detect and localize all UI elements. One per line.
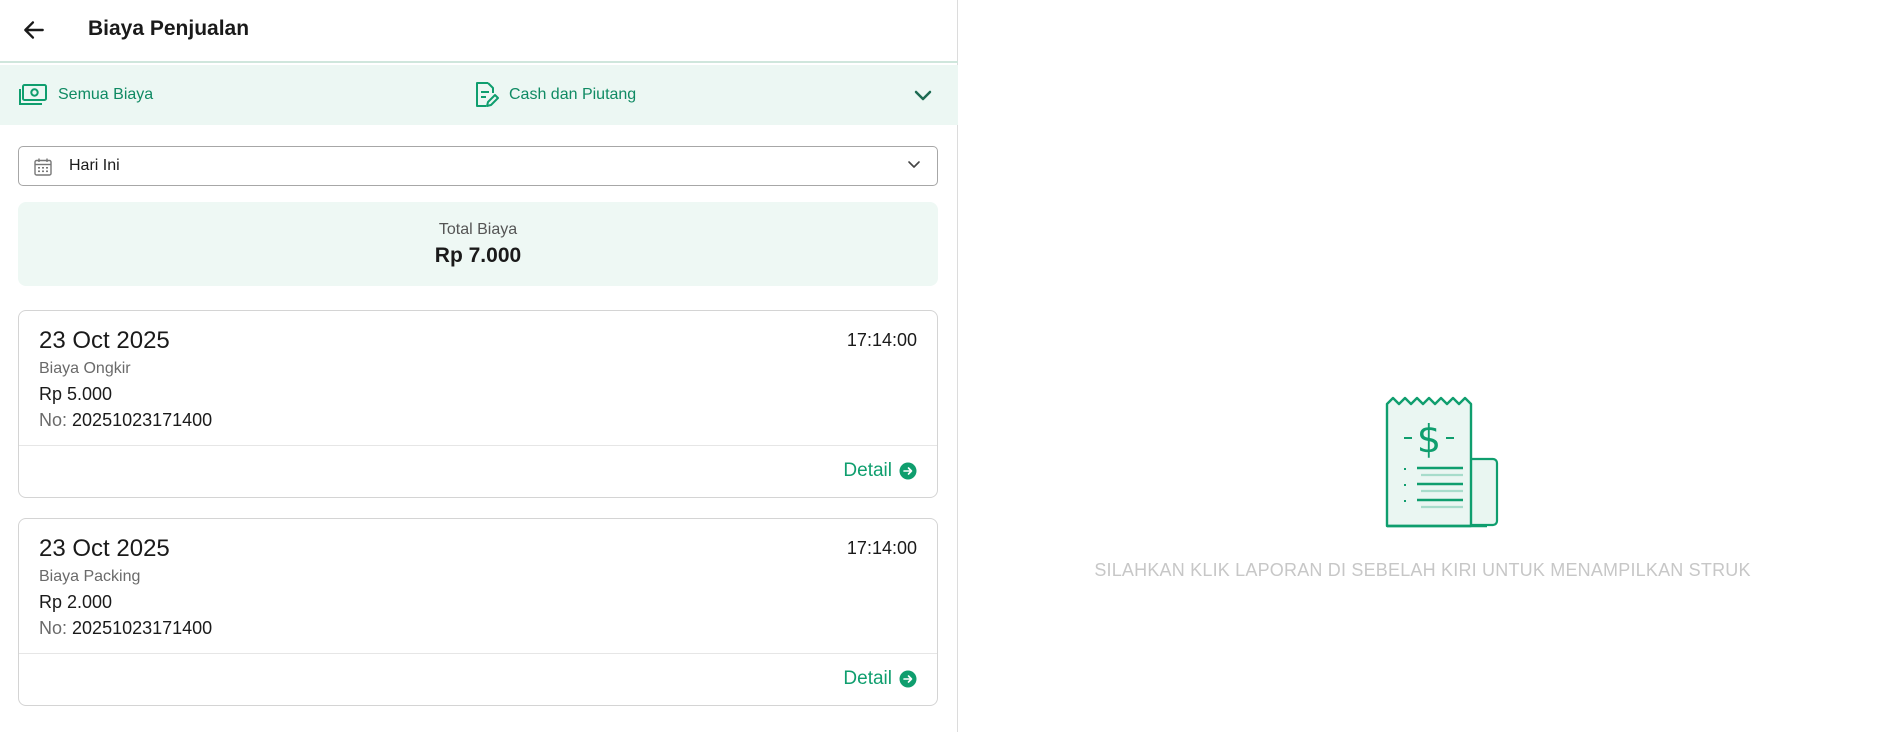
document-edit-icon xyxy=(476,82,499,107)
total-value: Rp 7.000 xyxy=(434,244,522,267)
cash-icon xyxy=(19,84,47,105)
page-title: Biaya Penjualan xyxy=(88,17,250,40)
back-button[interactable] xyxy=(18,14,50,46)
expand-filters-button[interactable] xyxy=(910,83,936,109)
transaction-type: Biaya Packing xyxy=(39,568,141,585)
filter-payment-label: Cash dan Piutang xyxy=(509,86,637,103)
detail-button[interactable]: Detail xyxy=(843,460,917,482)
transaction-number-value: 20251023171400 xyxy=(72,618,213,638)
divider xyxy=(19,653,937,654)
empty-state-message: SILAHKAN KLIK LAPORAN DI SEBELAH KIRI UN… xyxy=(1094,560,1751,580)
arrow-right-circle-icon xyxy=(899,462,917,480)
transaction-amount: Rp 2.000 xyxy=(39,592,113,612)
transaction-time: 17:14:00 xyxy=(846,330,917,350)
chevron-down-icon xyxy=(908,161,920,168)
filter-category[interactable]: Semua Biaya xyxy=(18,65,153,125)
arrow-left-icon xyxy=(24,21,44,39)
date-range-select[interactable]: Hari Ini xyxy=(18,146,938,186)
total-card: Total Biaya Rp 7.000 xyxy=(18,202,938,286)
receipt-panel: $ SILAHKAN KLIK LAPORAN DI SEBELAH KIRI … xyxy=(959,0,1886,732)
detail-label: Detail xyxy=(843,460,892,481)
filter-payment[interactable]: Cash dan Piutang xyxy=(473,65,636,125)
receipt-icon: $ xyxy=(1385,396,1499,528)
transaction-card[interactable]: 23 Oct 2025 17:14:00 Biaya Ongkir Rp 5.0… xyxy=(18,310,938,498)
transaction-date: 23 Oct 2025 xyxy=(39,535,170,562)
divider xyxy=(19,445,937,446)
arrow-right-circle-icon xyxy=(899,670,917,688)
transaction-date: 23 Oct 2025 xyxy=(39,327,170,354)
transaction-number-value: 20251023171400 xyxy=(72,410,213,430)
transaction-number: No: 20251023171400 xyxy=(39,618,212,639)
left-panel: Biaya Penjualan Semua Biaya Cash dan Piu… xyxy=(0,0,958,732)
transaction-time: 17:14:00 xyxy=(846,538,917,558)
filter-bar: Semua Biaya Cash dan Piutang xyxy=(0,65,958,125)
total-label: Total Biaya xyxy=(438,221,518,238)
transaction-number-label: No: xyxy=(39,410,68,430)
chevron-down-icon xyxy=(914,90,932,101)
filter-category-label: Semua Biaya xyxy=(58,86,154,103)
date-range-value: Hari Ini xyxy=(69,157,120,174)
transaction-amount: Rp 5.000 xyxy=(39,384,113,404)
calendar-icon xyxy=(34,158,52,176)
detail-label: Detail xyxy=(843,668,892,689)
transaction-card[interactable]: 23 Oct 2025 17:14:00 Biaya Packing Rp 2.… xyxy=(18,518,938,706)
transaction-type: Biaya Ongkir xyxy=(39,360,131,377)
transaction-number: No: 20251023171400 xyxy=(39,410,212,431)
svg-text:$: $ xyxy=(1417,417,1441,461)
detail-button[interactable]: Detail xyxy=(843,668,917,690)
transaction-number-label: No: xyxy=(39,618,68,638)
page-header: Biaya Penjualan xyxy=(0,0,958,63)
